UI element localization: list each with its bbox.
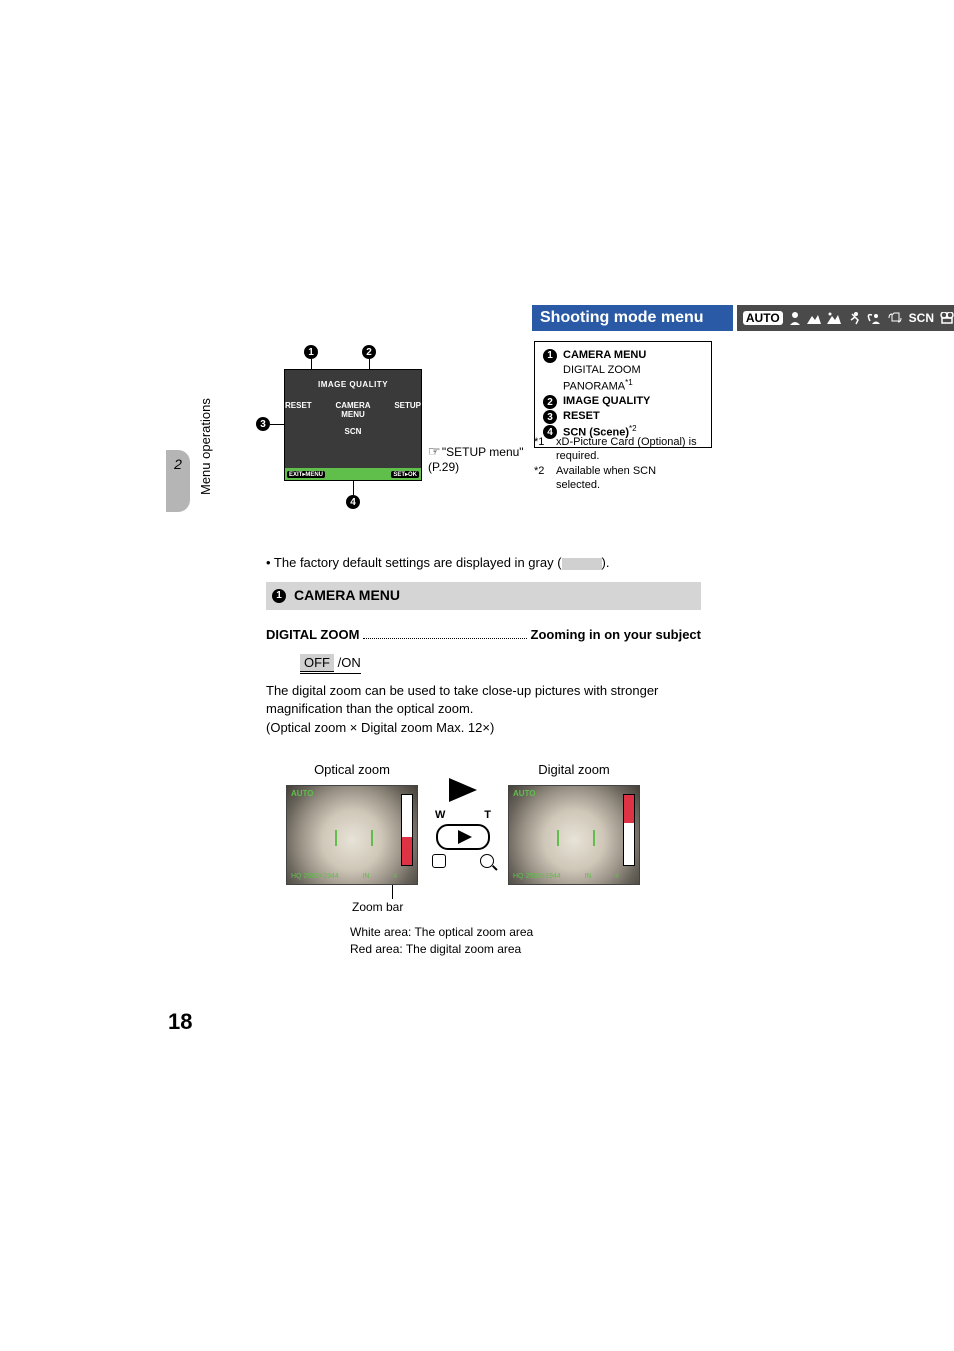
pointer-icon: ☞ bbox=[428, 443, 439, 459]
section-num: 1 bbox=[272, 589, 286, 603]
menu-legend: 1 CAMERA MENU DIGITAL ZOOM PANORAMA*1 2 … bbox=[534, 341, 712, 448]
menu-bottom-bar: EXIT▸MENU SET▸OK bbox=[285, 468, 421, 480]
legend-title-1: CAMERA MENU bbox=[563, 348, 646, 363]
footnote-label-1: *1 bbox=[534, 435, 550, 464]
chapter-label: Menu operations bbox=[198, 398, 213, 495]
zoom-bar-digital bbox=[623, 794, 635, 866]
section-title: CAMERA MENU bbox=[294, 586, 400, 606]
preview-info-right: 4 bbox=[393, 872, 397, 882]
preview-mode-label: AUTO bbox=[513, 788, 536, 799]
footnote-label-2: *2 bbox=[534, 464, 550, 493]
optical-zoom-preview: AUTO HQ 2592×1944 IN 4 bbox=[286, 785, 418, 885]
menu-item-setup: SETUP bbox=[394, 401, 421, 419]
menu-diagram: 1 2 3 4 IMAGE QUALITY RESET CAMERA MENU … bbox=[266, 345, 696, 510]
digital-zoom-heading-row: DIGITAL ZOOM Zooming in on your subject bbox=[266, 626, 701, 644]
leader-line bbox=[353, 479, 354, 495]
scn-mode-label: SCN bbox=[909, 311, 934, 325]
dotted-leader bbox=[363, 638, 526, 639]
section-camera-menu: 1 CAMERA MENU bbox=[266, 582, 701, 610]
chapter-number: 2 bbox=[166, 456, 190, 472]
mode-icon-strip: AUTO SCN bbox=[737, 305, 954, 331]
tele-label: T bbox=[484, 808, 491, 823]
gray-swatch bbox=[562, 558, 602, 570]
zoom-bar-optical bbox=[401, 794, 413, 866]
shooting-mode-menu-header: Shooting mode menu bbox=[532, 305, 733, 331]
option-on: /ON bbox=[334, 655, 361, 670]
preview-info-left: HQ 2592×1944 bbox=[291, 872, 339, 882]
legend-title-3: RESET bbox=[563, 409, 600, 424]
page-number: 18 bbox=[168, 1009, 192, 1035]
night-mode-icon bbox=[827, 312, 841, 324]
legend-footnotes: *1 xD-Picture Card (Optional) is require… bbox=[534, 435, 699, 492]
factory-note-prefix: • The factory default settings are displ… bbox=[266, 555, 562, 570]
menu-item-image-quality: IMAGE QUALITY bbox=[285, 380, 421, 389]
setup-menu-crossref: ☞ "SETUP menu" (P.29) bbox=[428, 443, 524, 474]
movie-mode-icon bbox=[940, 312, 954, 324]
setup-ref-text: "SETUP menu" bbox=[442, 445, 524, 459]
leader-line bbox=[392, 885, 393, 899]
zoom-bar-note-white: White area: The optical zoom area bbox=[350, 924, 701, 941]
magnifier-icon bbox=[480, 854, 494, 868]
self-portrait-mode-icon bbox=[867, 311, 881, 325]
legend-num-1: 1 bbox=[543, 349, 557, 363]
digital-zoom-caption: Digital zoom bbox=[508, 761, 640, 779]
zoom-bar-note-red: Red area: The digital zoom area bbox=[350, 941, 701, 958]
exit-hint: EXIT▸MENU bbox=[287, 471, 325, 478]
landscape-mode-icon bbox=[807, 312, 821, 324]
portrait-mode-icon bbox=[789, 311, 801, 325]
legend-num-2: 2 bbox=[543, 395, 557, 409]
focus-brackets-icon bbox=[335, 830, 373, 846]
zoom-bar-label: Zoom bar bbox=[352, 899, 701, 916]
optical-zoom-caption: Optical zoom bbox=[286, 761, 418, 779]
callout-4: 4 bbox=[346, 495, 360, 509]
legend-sup-2: *2 bbox=[629, 424, 637, 433]
auto-mode-icon: AUTO bbox=[743, 311, 783, 325]
digital-zoom-preview: AUTO HQ 2592×1944 IN 4 bbox=[508, 785, 640, 885]
image-stabilization-icon bbox=[887, 311, 903, 325]
preview-mode-label: AUTO bbox=[291, 788, 314, 799]
leader-line bbox=[270, 424, 284, 425]
menu-item-scn: SCN bbox=[285, 427, 421, 436]
chapter-tab: 2 bbox=[166, 450, 190, 512]
zoom-illustration: Optical zoom AUTO HQ 2592×1944 IN 4 W bbox=[286, 761, 701, 885]
legend-sup-1: *1 bbox=[625, 378, 633, 387]
footnote-text-1: xD-Picture Card (Optional) is required. bbox=[556, 435, 699, 464]
menu-item-reset: RESET bbox=[285, 401, 312, 419]
factory-note-suffix: ). bbox=[602, 555, 610, 570]
footnote-text-2: Available when SCN selected. bbox=[556, 464, 699, 493]
menu-item-camera-menu: CAMERA MENU bbox=[330, 401, 377, 419]
digital-zoom-body2: (Optical zoom × Digital zoom Max. 12×) bbox=[266, 719, 701, 737]
preview-in-label: IN bbox=[362, 872, 369, 882]
sports-mode-icon bbox=[847, 311, 861, 325]
header-title: Shooting mode menu bbox=[540, 309, 704, 327]
digital-zoom-desc: Zooming in on your subject bbox=[531, 626, 701, 644]
option-off: OFF bbox=[300, 654, 334, 672]
option-line: OFF /ON bbox=[300, 654, 701, 674]
preview-in-label: IN bbox=[584, 872, 591, 882]
wide-label: W bbox=[435, 808, 445, 823]
legend-title-2: IMAGE QUALITY bbox=[563, 394, 650, 409]
callout-3: 3 bbox=[256, 417, 270, 431]
digital-zoom-heading: DIGITAL ZOOM bbox=[266, 626, 359, 644]
digital-zoom-body1: The digital zoom can be used to take clo… bbox=[266, 682, 701, 718]
set-hint: SET▸OK bbox=[391, 471, 419, 478]
arrow-right-icon bbox=[449, 778, 477, 802]
preview-info-right: 4 bbox=[615, 872, 619, 882]
factory-default-note: • The factory default settings are displ… bbox=[266, 554, 701, 572]
callout-2: 2 bbox=[362, 345, 376, 359]
zoom-transition: W T bbox=[428, 778, 498, 867]
zoom-rocker-icon bbox=[436, 824, 490, 850]
thumbnail-icon bbox=[432, 854, 446, 868]
camera-menu-screen: IMAGE QUALITY RESET CAMERA MENU SETUP SC… bbox=[284, 369, 422, 481]
legend-num-3: 3 bbox=[543, 410, 557, 424]
callout-1: 1 bbox=[304, 345, 318, 359]
setup-ref-page: (P.29) bbox=[428, 460, 459, 474]
preview-info-left: HQ 2592×1944 bbox=[513, 872, 561, 882]
focus-brackets-icon bbox=[557, 830, 595, 846]
legend-sub-panorama: PANORAMA bbox=[563, 381, 625, 393]
legend-sub-digital-zoom: DIGITAL ZOOM bbox=[543, 363, 703, 378]
